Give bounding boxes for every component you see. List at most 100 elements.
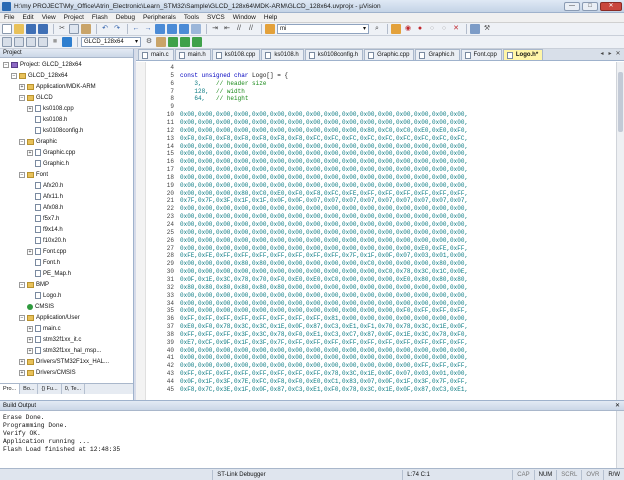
comment-icon[interactable]: // — [234, 24, 244, 34]
save-icon[interactable] — [26, 24, 36, 34]
tab-books[interactable]: Bo... — [20, 384, 39, 394]
code-line[interactable]: 0x00,0x00,0x00,0x00,0x00,0x00,0x00,0x00,… — [180, 119, 468, 127]
code-line[interactable]: 0xF0,0xF0,0xF8,0xF8,0xF8,0xF8,0xF8,0xFC,… — [180, 135, 468, 143]
code-line[interactable]: 0x00,0x00,0x00,0x00,0x00,0x00,0x00,0x00,… — [180, 268, 468, 276]
tree-item[interactable]: − GLCD — [19, 93, 53, 102]
menu-debug[interactable]: Debug — [112, 13, 139, 23]
collapse-icon[interactable]: − — [19, 94, 25, 101]
tab-scroll-left-icon[interactable]: ◂ — [598, 50, 606, 59]
code-line[interactable]: 0x00,0x00,0x00,0x00,0x00,0x00,0x00,0x00,… — [180, 150, 468, 158]
editor-tab[interactable]: Graphic.cpp — [364, 49, 415, 60]
editor-tab[interactable]: ks0108config.h — [304, 49, 364, 60]
collapse-icon[interactable]: − — [19, 281, 25, 288]
code-line[interactable]: 0x00,0x00,0x00,0x00,0x00,0x00,0x00,0x00,… — [180, 229, 468, 237]
config-wrench-icon[interactable]: ⚒ — [482, 24, 492, 34]
editor-tab[interactable]: ks0108.cpp — [211, 49, 261, 60]
new-file-icon[interactable] — [2, 24, 12, 34]
tree-item[interactable]: CMSIS — [19, 302, 54, 311]
tree-item[interactable]: Afx11.h — [27, 192, 63, 201]
debug-session-icon[interactable]: ◉ — [403, 24, 413, 34]
target-options-icon[interactable]: ⚙ — [144, 37, 154, 47]
code-line[interactable]: 0xFE,0xFE,0xFF,0xFF,0xFF,0xFF,0xFF,0xFF,… — [180, 252, 468, 260]
code-line[interactable]: 0x00,0x00,0x00,0x00,0x00,0x00,0x00,0x00,… — [180, 300, 468, 308]
menu-project[interactable]: Project — [60, 13, 88, 23]
save-all-icon[interactable] — [38, 24, 48, 34]
code-line[interactable]: 0x00,0x00,0x00,0x00,0x00,0x00,0x00,0x00,… — [180, 362, 468, 370]
open-file-icon[interactable] — [14, 24, 24, 34]
target-select[interactable]: GLCD_128x64 ▾ — [81, 37, 141, 47]
editor-tab[interactable]: ks0108.h — [261, 49, 304, 60]
tree-item[interactable]: ks0108.h — [27, 115, 67, 124]
editor-tab[interactable]: Font.cpp — [460, 49, 502, 60]
tree-item[interactable]: + Application/MDK-ARM — [19, 82, 96, 91]
expand-icon[interactable]: + — [27, 248, 33, 255]
translate-icon[interactable] — [2, 37, 12, 47]
tree-item[interactable]: f10x20.h — [27, 236, 66, 245]
menu-peripherals[interactable]: Peripherals — [139, 13, 180, 23]
bookmark-prev-icon[interactable] — [167, 24, 177, 34]
scrollbar-thumb[interactable] — [618, 72, 623, 132]
code-line[interactable]: 0x0F,0x1E,0x3C,0x78,0x70,0xF0,0xE0,0xE0,… — [180, 276, 468, 284]
breakpoint-disable-icon[interactable]: ○ — [427, 24, 437, 34]
tree-item[interactable]: − GLCD_128x64 — [11, 71, 68, 80]
code-line[interactable]: 0x00,0x00,0x00,0x00,0x00,0x00,0x00,0x00,… — [180, 127, 468, 135]
code-line[interactable]: 0x00,0x00,0x00,0x00,0x00,0x00,0x00,0x00,… — [180, 213, 468, 221]
menu-file[interactable]: File — [0, 13, 18, 23]
panel-close-icon[interactable]: ✕ — [615, 401, 620, 410]
close-button[interactable]: ✕ — [600, 1, 622, 11]
code-line[interactable]: 0x00,0x00,0x00,0x00,0x00,0x00,0x00,0x00,… — [180, 237, 468, 245]
collapse-icon[interactable]: − — [19, 314, 25, 321]
code-line[interactable]: 0x00,0x00,0x00,0x00,0x00,0x00,0x00,0x00,… — [180, 221, 468, 229]
code-view[interactable]: const unsigned char Logo[] = { 3, // hea… — [180, 62, 624, 400]
tab-close-icon[interactable]: ✕ — [614, 50, 622, 59]
tree-item[interactable]: + main.c — [27, 324, 61, 333]
expand-icon[interactable]: + — [19, 83, 25, 90]
code-line[interactable]: 3, // header size — [180, 80, 266, 88]
breakpoint-kill-all-icon[interactable]: ✕ — [451, 24, 461, 34]
bookmark-next-icon[interactable] — [179, 24, 189, 34]
menu-tools[interactable]: Tools — [180, 13, 203, 23]
collapse-icon[interactable]: − — [19, 171, 25, 178]
code-line[interactable]: 0xE0,0xF0,0x78,0x3C,0x3C,0x1E,0x0F,0x87,… — [180, 323, 468, 331]
code-line[interactable]: 0xFF,0xFF,0xFF,0xFF,0xFF,0xFF,0xFF,0xFF,… — [180, 370, 468, 378]
code-line[interactable]: 0x7F,0x7F,0x3F,0x1F,0x1F,0x0F,0x0F,0x07,… — [180, 197, 468, 205]
tree-item[interactable]: − Font — [19, 170, 48, 179]
code-line[interactable]: const unsigned char Logo[] = { — [180, 72, 288, 80]
tree-item[interactable]: − Graphic — [19, 137, 57, 146]
editor-tab[interactable]: main.h — [174, 49, 211, 60]
tree-item[interactable]: Logo.h — [27, 291, 61, 300]
rebuild-icon[interactable] — [26, 37, 36, 47]
indent-icon[interactable]: ⇥ — [210, 24, 220, 34]
tree-item[interactable]: Font.h — [27, 258, 60, 267]
minimize-button[interactable]: — — [564, 1, 580, 11]
tree-item[interactable]: − BMP — [19, 280, 49, 289]
editor-tab[interactable]: main.c — [138, 49, 174, 60]
code-line[interactable]: 0x00,0x00,0x00,0x00,0x00,0x00,0x00,0x00,… — [180, 292, 468, 300]
code-line[interactable]: 0x00,0x00,0x00,0x80,0x80,0x00,0x00,0x00,… — [180, 260, 468, 268]
code-line[interactable]: 0x80,0x80,0x80,0x80,0x80,0x80,0x00,0x00,… — [180, 284, 468, 292]
collapse-icon[interactable]: − — [3, 61, 9, 68]
tree-item[interactable]: PE_Map.h — [27, 269, 71, 278]
code-line[interactable]: 0x00,0x00,0x00,0x00,0x00,0x00,0x00,0x00,… — [180, 205, 468, 213]
code-line[interactable]: 64, // height — [180, 95, 248, 103]
code-line[interactable]: 0x00,0x00,0x00,0x00,0x00,0x00,0x00,0x00,… — [180, 182, 468, 190]
nav-forward-icon[interactable]: → — [143, 24, 153, 34]
expand-icon[interactable]: + — [27, 149, 33, 156]
expand-icon[interactable]: + — [19, 358, 25, 365]
select-software-packs-icon[interactable] — [192, 37, 202, 47]
stop-build-icon[interactable]: ■ — [50, 37, 60, 47]
code-line[interactable]: 0x00,0x00,0x00,0x00,0x00,0x00,0x00,0x00,… — [180, 347, 468, 355]
tree-item[interactable]: + Font.cpp — [27, 247, 66, 256]
tree-item[interactable]: + Drivers/STM32F1xx_HAL... — [19, 357, 109, 366]
code-line[interactable]: 0xFF,0xFF,0xFF,0xFF,0xFF,0xFF,0xFF,0xFF,… — [180, 315, 468, 323]
maximize-button[interactable]: □ — [582, 1, 598, 11]
code-line[interactable]: 0x00,0x00,0x00,0x00,0x00,0x00,0x00,0x00,… — [180, 174, 468, 182]
code-line[interactable]: 0x00,0x00,0x00,0x00,0x00,0x00,0x00,0x00,… — [180, 143, 468, 151]
tree-item[interactable]: − Application/User — [19, 313, 80, 322]
batch-build-icon[interactable] — [38, 37, 48, 47]
unindent-icon[interactable]: ⇤ — [222, 24, 232, 34]
incremental-find-icon[interactable] — [391, 24, 401, 34]
editor-tab[interactable]: Logo.h* — [502, 49, 544, 60]
expand-icon[interactable]: + — [27, 336, 33, 343]
code-line[interactable]: 0x00,0x00,0x00,0x00,0x00,0x00,0x00,0x00,… — [180, 307, 468, 315]
